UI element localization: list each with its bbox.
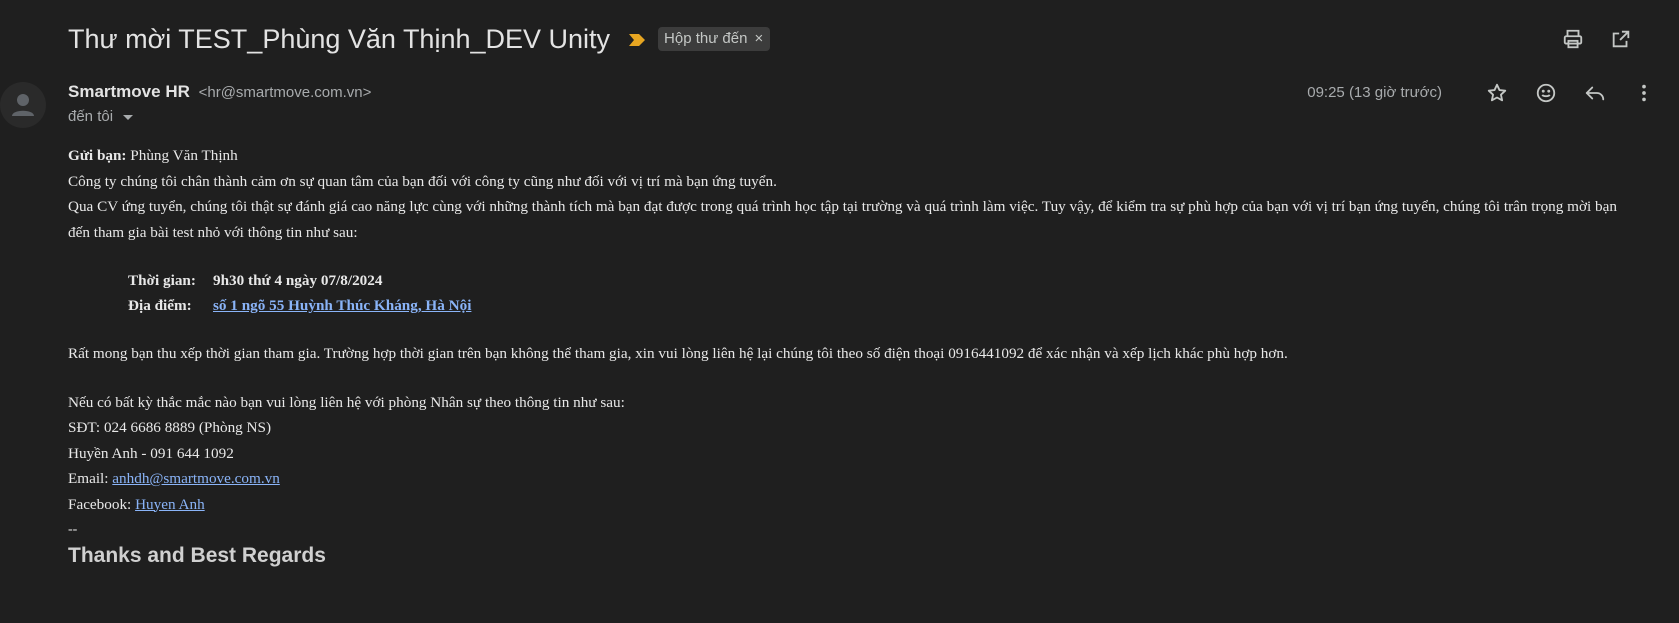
facebook-label: Facebook: — [68, 495, 136, 513]
greeting-label: Gửi bạn: — [68, 147, 127, 164]
table-row: Thời gian: 9h30 thứ 4 ngày 07/8/2024 — [128, 268, 471, 293]
location-label: Địa điểm: — [128, 297, 192, 314]
time-label: Thời gian: — [128, 272, 196, 289]
recipient-details-toggle[interactable]: đến tôi — [68, 108, 134, 125]
contact-person-line: Huyền Anh - 091 644 1092 — [68, 444, 234, 462]
table-row: Địa điểm: số 1 ngõ 55 Huỳnh Thúc Kháng, … — [128, 293, 471, 318]
email-line: Email: anhdh@smartmove.com.vn — [68, 466, 1638, 492]
chevron-down-icon[interactable] — [123, 115, 134, 120]
sender-email: <hr@smartmove.com.vn> — [198, 84, 372, 101]
label-chip-text: Hộp thư đến — [664, 30, 748, 47]
reply-icon[interactable] — [1583, 81, 1607, 105]
test-info-table: Thời gian: 9h30 thứ 4 ngày 07/8/2024 Địa… — [128, 268, 471, 318]
email-view: Thư mời TEST_Phùng Văn Thịnh_DEV Unity H… — [0, 0, 1679, 623]
location-link[interactable]: số 1 ngõ 55 Huỳnh Thúc Kháng, Hà Nội — [213, 297, 471, 314]
time-value: 9h30 thứ 4 ngày 07/8/2024 — [213, 272, 383, 289]
open-in-new-icon[interactable] — [1609, 27, 1633, 51]
greeting-line: Gửi bạn: Phùng Văn Thịnh — [68, 143, 1638, 169]
emoji-icon[interactable] — [1534, 81, 1558, 105]
email-subject: Thư mời TEST_Phùng Văn Thịnh_DEV Unity — [68, 23, 611, 54]
signature-separator: -- — [68, 522, 78, 537]
print-icon[interactable] — [1561, 27, 1585, 51]
email-body: Gửi bạn: Phùng Văn Thịnh Công ty chúng t… — [68, 143, 1638, 568]
contact-intro: Nếu có bất kỳ thắc mắc nào bạn vui lòng … — [68, 393, 625, 411]
greeting-name: Phùng Văn Thịnh — [126, 147, 238, 164]
to-label: đến tôi — [68, 108, 114, 125]
avatar[interactable] — [0, 82, 46, 128]
sender-name[interactable]: Smartmove HR — [68, 82, 190, 101]
header-actions — [1561, 27, 1633, 51]
message-actions — [1485, 81, 1656, 105]
remove-label-icon[interactable]: × — [754, 31, 763, 46]
facebook-link[interactable]: Huyen Anh — [135, 496, 205, 513]
body-paragraph-1: Công ty chúng tôi chân thành cảm ơn sự q… — [68, 172, 777, 190]
contact-email-link[interactable]: anhdh@smartmove.com.vn — [112, 470, 280, 487]
email-label: Email: — [68, 470, 113, 487]
body-paragraph-3: Rất mong bạn thu xếp thời gian tham gia.… — [68, 345, 1288, 362]
star-icon[interactable] — [1485, 81, 1509, 105]
signature-title: Thanks and Best Regards — [68, 543, 326, 567]
email-timestamp: 09:25 (13 giờ trước) — [1307, 84, 1442, 101]
phone-line: SĐT: 024 6686 8889 (Phòng NS) — [68, 419, 272, 436]
label-chip-inbox: Hộp thư đến × — [658, 27, 771, 51]
importance-marker-icon[interactable] — [628, 32, 646, 48]
body-paragraph-2: Qua CV ứng tuyển, chúng tôi thật sự đánh… — [68, 198, 1617, 241]
sender-line: Smartmove HR <hr@smartmove.com.vn> — [68, 82, 371, 102]
facebook-line: Facebook: Huyen Anh — [68, 492, 1638, 518]
more-vert-icon[interactable] — [1632, 81, 1656, 105]
subject-row: Thư mời TEST_Phùng Văn Thịnh_DEV Unity H… — [68, 20, 771, 58]
